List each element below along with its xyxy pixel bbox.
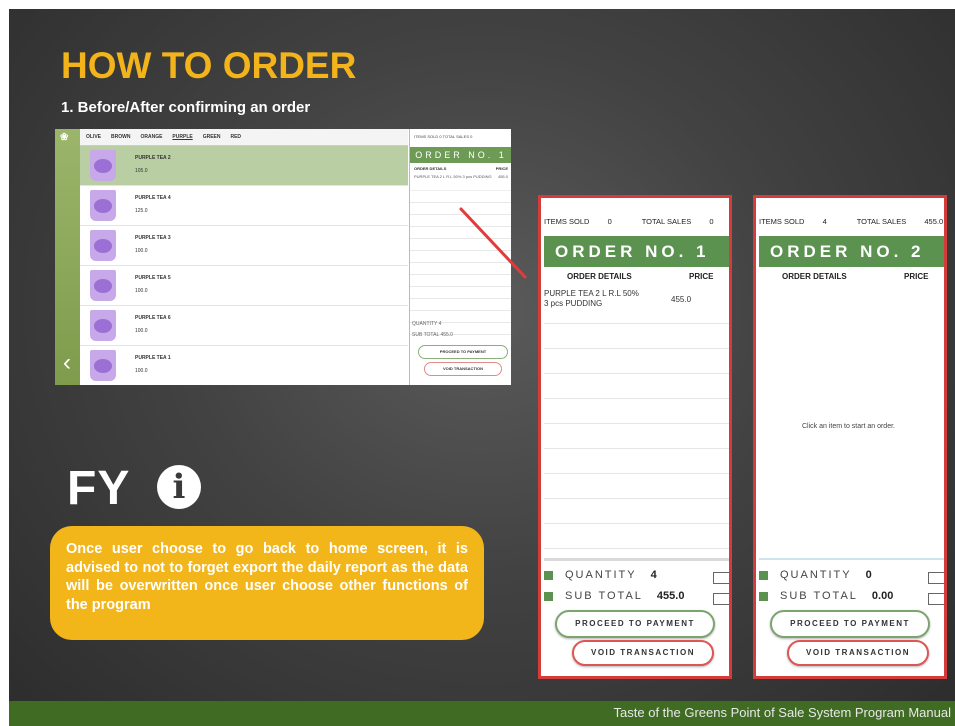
sales-stats: ITEMS SOLD 0 TOTAL SALES 0 [544,217,714,226]
empty-order-message: Click an item to start an order. [802,423,895,430]
order-item-extras: 3 pcs PUDDING [544,299,603,308]
subtotal-field[interactable] [713,593,729,605]
subtotal-value: 0.00 [871,590,894,602]
fyi-heading: FY [67,462,131,515]
price-header: PRICE [689,272,714,281]
order-panel-after: ITEMS SOLD 4 TOTAL SALES 455.0 ORDER NO.… [753,195,947,679]
price-header: PRICE [904,272,929,281]
order-line[interactable]: PURPLE TEA 2 L R.L 50% 3 pcs PUDDING [544,289,639,309]
subtotal-value: 455.0 [656,590,685,602]
fyi-note: Once user choose to go back to home scre… [50,526,484,640]
proceed-to-payment-button[interactable]: PROCEED TO PAYMENT [555,610,715,638]
order-panel-before: ITEMS SOLD 0 TOTAL SALES 0 ORDER NO. 1 O… [538,195,732,679]
subtotal-field[interactable] [928,593,944,605]
order-item-name: PURPLE TEA 2 L R.L 50% [544,289,639,298]
proceed-to-payment-button[interactable]: PROCEED TO PAYMENT [770,610,930,638]
subtotal-row: SUB TOTAL 455.0 [544,590,684,602]
order-item-price: 455.0 [671,295,692,304]
quantity-field[interactable] [713,572,729,584]
void-transaction-button[interactable]: VOID TRANSACTION [572,640,714,666]
items-sold-value: 0 [607,217,612,226]
order-lines [544,285,729,553]
sales-stats: ITEMS SOLD 4 TOTAL SALES 455.0 [759,217,944,226]
total-sales-value: 455.0 [924,217,944,226]
void-transaction-button[interactable]: VOID TRANSACTION [787,640,929,666]
footer-text: Taste of the Greens Point of Sale System… [613,705,951,720]
quantity-row: QUANTITY 4 [544,569,657,581]
footer-bar: Taste of the Greens Point of Sale System… [9,701,955,726]
quantity-field[interactable] [928,572,944,584]
quantity-value: 0 [865,569,872,581]
slide: HOW TO ORDER 1. Before/After confirming … [9,9,955,726]
subtotal-row: SUB TOTAL 0.00 [759,590,893,602]
order-details-header: ORDER DETAILS [782,272,847,281]
quantity-value: 4 [650,569,657,581]
order-title: ORDER NO. 1 [544,236,729,267]
fyi-note-text: Once user choose to go back to home scre… [66,541,468,613]
info-circle-icon [157,465,201,509]
total-sales-value: 0 [709,217,714,226]
quantity-row: QUANTITY 0 [759,569,872,581]
order-details-header: ORDER DETAILS [567,272,632,281]
order-title: ORDER NO. 2 [759,236,944,267]
items-sold-value: 4 [822,217,827,226]
